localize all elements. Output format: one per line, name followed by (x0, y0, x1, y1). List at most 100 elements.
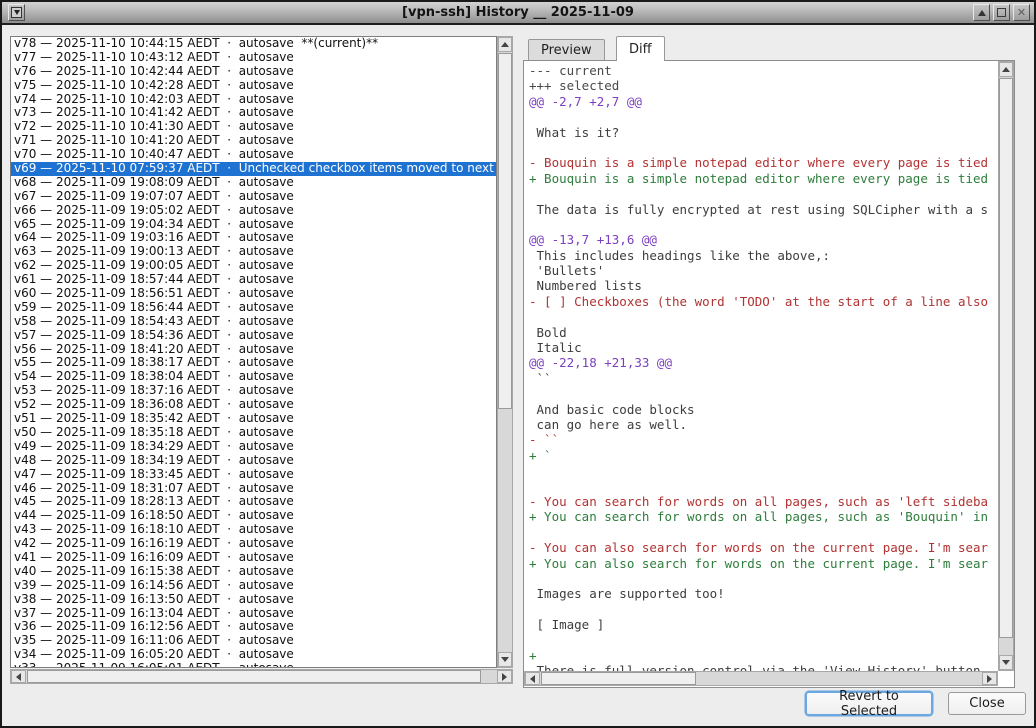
list-item[interactable]: v60 — 2025-11-09 18:56:51 AEDT · autosav… (11, 287, 496, 301)
diff-line: Images are supported too! (529, 586, 998, 601)
diff-line: + You can also search for words on the c… (529, 556, 998, 571)
diff-line (529, 309, 998, 324)
hscrollbar-thumb[interactable] (541, 672, 696, 685)
vscrollbar-thumb[interactable] (498, 53, 512, 409)
list-item[interactable]: v47 — 2025-11-09 18:33:45 AEDT · autosav… (11, 468, 496, 482)
tab-preview[interactable]: Preview (528, 39, 605, 60)
list-item[interactable]: v43 — 2025-11-09 16:18:10 AEDT · autosav… (11, 523, 496, 537)
list-item[interactable]: v59 — 2025-11-09 18:56:44 AEDT · autosav… (11, 301, 496, 315)
diff-line (529, 479, 998, 494)
list-item[interactable]: v72 — 2025-11-10 10:41:30 AEDT · autosav… (11, 120, 496, 134)
version-list[interactable]: v78 — 2025-11-10 10:44:15 AEDT · autosav… (10, 36, 497, 668)
diff-line: `` (529, 371, 998, 386)
scroll-left-arrow[interactable] (525, 672, 540, 685)
window-menu-icon (11, 7, 22, 18)
titlebar[interactable]: [vpn-ssh] History __ 2025-11-09 ✕ (2, 2, 1034, 25)
list-item[interactable]: v49 — 2025-11-09 18:34:29 AEDT · autosav… (11, 440, 496, 454)
list-item[interactable]: v54 — 2025-11-09 18:38:04 AEDT · autosav… (11, 370, 496, 384)
diff-line: + (529, 648, 998, 663)
list-item[interactable]: v51 — 2025-11-09 18:35:42 AEDT · autosav… (11, 412, 496, 426)
diff-line (529, 109, 998, 124)
list-item[interactable]: v41 — 2025-11-09 16:16:09 AEDT · autosav… (11, 551, 496, 565)
hscrollbar-thumb[interactable] (27, 670, 481, 683)
window-close-button[interactable]: ✕ (1013, 4, 1030, 21)
list-item[interactable]: v62 — 2025-11-09 19:00:05 AEDT · autosav… (11, 259, 496, 273)
diff-line (529, 140, 998, 155)
list-item[interactable]: v65 — 2025-11-09 19:04:34 AEDT · autosav… (11, 218, 496, 232)
window-menu-button[interactable] (8, 4, 25, 21)
diff-line (529, 525, 998, 540)
scroll-up-arrow[interactable] (999, 62, 1013, 77)
scroll-right-arrow[interactable] (497, 670, 512, 683)
diff-line: + ` (529, 448, 998, 463)
diff-line: @@ -13,7 +13,6 @@ (529, 232, 998, 247)
list-item[interactable]: v66 — 2025-11-09 19:05:02 AEDT · autosav… (11, 204, 496, 218)
list-item[interactable]: v56 — 2025-11-09 18:41:20 AEDT · autosav… (11, 343, 496, 357)
list-item[interactable]: v35 — 2025-11-09 16:11:06 AEDT · autosav… (11, 634, 496, 648)
list-item[interactable]: v77 — 2025-11-10 10:43:12 AEDT · autosav… (11, 51, 496, 65)
list-item[interactable]: v61 — 2025-11-09 18:57:44 AEDT · autosav… (11, 273, 496, 287)
list-item[interactable]: v64 — 2025-11-09 19:03:16 AEDT · autosav… (11, 231, 496, 245)
list-item[interactable]: v52 — 2025-11-09 18:36:08 AEDT · autosav… (11, 398, 496, 412)
list-item[interactable]: v33 — 2025-11-09 16:05:01 AEDT · autosav… (11, 662, 496, 668)
list-item[interactable]: v50 — 2025-11-09 18:35:18 AEDT · autosav… (11, 426, 496, 440)
list-item[interactable]: v69 — 2025-11-10 07:59:37 AEDT · Uncheck… (11, 162, 496, 176)
version-list-hscrollbar[interactable] (10, 669, 513, 684)
diff-line (529, 386, 998, 401)
diff-vscrollbar[interactable] (998, 61, 1014, 671)
list-item[interactable]: v78 — 2025-11-10 10:44:15 AEDT · autosav… (11, 37, 496, 51)
list-item[interactable]: v73 — 2025-11-10 10:41:42 AEDT · autosav… (11, 106, 496, 120)
list-item[interactable]: v75 — 2025-11-10 10:42:28 AEDT · autosav… (11, 79, 496, 93)
diff-textarea[interactable]: --- current+++ selected@@ -2,7 +2,7 @@ W… (524, 61, 998, 671)
list-item[interactable]: v71 — 2025-11-10 10:41:20 AEDT · autosav… (11, 134, 496, 148)
scroll-up-arrow[interactable] (498, 37, 512, 52)
window-maximize-button[interactable] (993, 4, 1010, 21)
list-item[interactable]: v46 — 2025-11-09 18:31:07 AEDT · autosav… (11, 482, 496, 496)
list-item[interactable]: v44 — 2025-11-09 16:18:50 AEDT · autosav… (11, 509, 496, 523)
diff-line: 'Bullets' (529, 263, 998, 278)
list-item[interactable]: v76 — 2025-11-10 10:42:44 AEDT · autosav… (11, 65, 496, 79)
list-item[interactable]: v38 — 2025-11-09 16:13:50 AEDT · autosav… (11, 593, 496, 607)
list-item[interactable]: v39 — 2025-11-09 16:14:56 AEDT · autosav… (11, 579, 496, 593)
scroll-right-arrow[interactable] (982, 672, 997, 685)
diff-line: can go here as well. (529, 417, 998, 432)
list-item[interactable]: v36 — 2025-11-09 16:12:56 AEDT · autosav… (11, 620, 496, 634)
tab-diff[interactable]: Diff (616, 36, 665, 61)
shade-icon (978, 10, 986, 16)
list-item[interactable]: v53 — 2025-11-09 18:37:16 AEDT · autosav… (11, 384, 496, 398)
list-item[interactable]: v34 — 2025-11-09 16:05:20 AEDT · autosav… (11, 648, 496, 662)
diff-line: What is it? (529, 125, 998, 140)
diff-line: Bold (529, 325, 998, 340)
diff-line (529, 602, 998, 617)
scroll-down-arrow[interactable] (999, 655, 1013, 670)
scroll-down-arrow[interactable] (498, 652, 512, 667)
list-item[interactable]: v48 — 2025-11-09 18:34:19 AEDT · autosav… (11, 454, 496, 468)
diff-line: + You can search for words on all pages,… (529, 509, 998, 524)
list-item[interactable]: v37 — 2025-11-09 16:13:04 AEDT · autosav… (11, 607, 496, 621)
list-item[interactable]: v68 — 2025-11-09 19:08:09 AEDT · autosav… (11, 176, 496, 190)
close-button[interactable]: Close (948, 692, 1026, 715)
revert-to-selected-button[interactable]: Revert to Selected (806, 692, 932, 715)
window-shade-button[interactable] (973, 4, 990, 21)
list-item[interactable]: v70 — 2025-11-10 10:40:47 AEDT · autosav… (11, 148, 496, 162)
diff-line: There is full version control via the 'V… (529, 663, 998, 671)
list-item[interactable]: v63 — 2025-11-09 19:00:13 AEDT · autosav… (11, 245, 496, 259)
list-item[interactable]: v45 — 2025-11-09 18:28:13 AEDT · autosav… (11, 495, 496, 509)
vscrollbar-thumb[interactable] (999, 78, 1013, 638)
list-item[interactable]: v58 — 2025-11-09 18:54:43 AEDT · autosav… (11, 315, 496, 329)
list-item[interactable]: v55 — 2025-11-09 18:38:17 AEDT · autosav… (11, 356, 496, 370)
diff-line: Numbered lists (529, 278, 998, 293)
diff-line: This includes headings like the above,: (529, 248, 998, 263)
version-list-vscrollbar[interactable] (497, 36, 513, 668)
list-item[interactable]: v42 — 2025-11-09 16:16:19 AEDT · autosav… (11, 537, 496, 551)
diff-line: The data is fully encrypted at rest usin… (529, 202, 998, 217)
diff-line: - Bouquin is a simple notepad editor whe… (529, 155, 998, 170)
diff-line (529, 571, 998, 586)
list-item[interactable]: v67 — 2025-11-09 19:07:07 AEDT · autosav… (11, 190, 496, 204)
list-item[interactable]: v74 — 2025-11-10 10:42:03 AEDT · autosav… (11, 93, 496, 107)
diff-hscrollbar[interactable] (524, 671, 998, 686)
list-item[interactable]: v57 — 2025-11-09 18:54:36 AEDT · autosav… (11, 329, 496, 343)
list-item[interactable]: v40 — 2025-11-09 16:15:38 AEDT · autosav… (11, 565, 496, 579)
scroll-left-arrow[interactable] (11, 670, 26, 683)
diff-line: @@ -2,7 +2,7 @@ (529, 94, 998, 109)
